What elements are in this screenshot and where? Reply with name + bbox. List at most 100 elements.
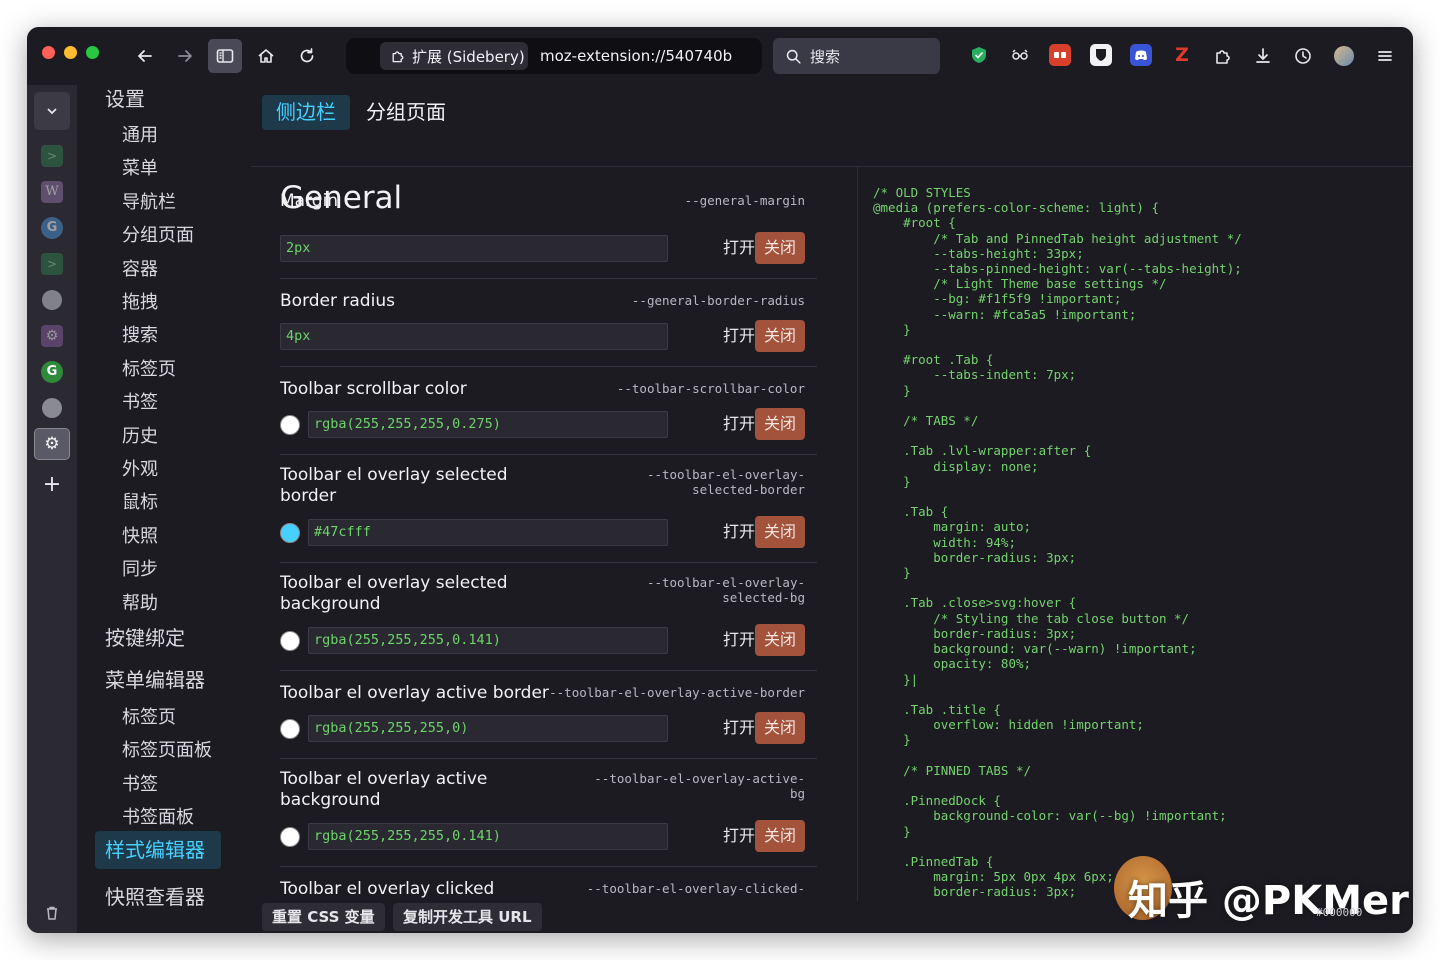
css-variable-value-input[interactable]: rgba(255,255,255,0.275) [308,411,668,438]
css-variable-row: Toolbar el overlay selected border --tool… [280,455,817,563]
downloads-button[interactable] [1246,39,1280,73]
panel-google[interactable]: G [34,212,70,244]
color-swatch[interactable] [280,631,300,651]
trash-button[interactable] [34,897,70,929]
color-swatch[interactable] [280,719,300,739]
css-variable-value-input[interactable]: rgba(255,255,255,0) [308,715,668,742]
nav-settings-item[interactable]: 同步 [122,555,158,581]
nav-settings-item[interactable]: 拖拽 [122,288,158,314]
css-variable-name: --general-margin [684,193,805,208]
reset-css-variables-button[interactable]: 重置 CSS 变量 [262,903,385,931]
open-toggle-button[interactable]: 打开 [723,232,755,264]
nav-settings-item[interactable]: 外观 [122,455,158,481]
bitwarden-extension-icon[interactable] [1090,44,1112,66]
nav-style-editor[interactable]: 样式编辑器 [95,831,221,869]
open-toggle-button[interactable]: 打开 [723,712,755,744]
add-panel-button[interactable]: + [34,468,70,500]
nav-style-editor-label: 样式编辑器 [105,838,205,862]
discord-extension-icon[interactable] [1130,44,1152,66]
code-text[interactable]: /* OLD STYLES @media (prefers-color-sche… [873,185,1242,901]
open-toggle-button[interactable]: 打开 [723,320,755,352]
color-swatch[interactable] [280,415,300,435]
panel-google-2[interactable]: G [34,356,70,388]
glasses-extension-icon[interactable] [1009,44,1031,66]
search-field[interactable]: 搜索 [773,38,940,74]
panel-settings-active[interactable]: ⚙ [34,428,70,460]
open-toggle-button[interactable]: 打开 [723,408,755,440]
close-toggle-button[interactable]: 关闭 [755,408,805,440]
sidebar-toggle-button[interactable] [208,39,242,73]
nav-menu-editor-item[interactable]: 书签面板 [122,803,194,829]
nav-settings-item[interactable]: 帮助 [122,589,158,615]
nav-keybindings[interactable]: 按键绑定 [105,622,185,651]
extension-identity-chip[interactable]: 扩展 (Sidebery) [380,42,528,70]
panel-terminal-2[interactable]: > [34,248,70,280]
minimize-window-icon[interactable] [64,46,77,59]
close-toggle-button[interactable]: 关闭 [755,624,805,656]
reload-button[interactable] [290,39,324,73]
css-variable-value-input[interactable]: 4px [280,323,668,350]
close-toggle-button[interactable]: 关闭 [755,516,805,548]
css-variable-title: Toolbar el overlay selected background [280,573,508,614]
close-toggle-button[interactable]: 关闭 [755,820,805,852]
zoom-window-icon[interactable] [86,46,99,59]
nav-settings-item[interactable]: 容器 [122,255,158,281]
nav-menu-editor-item[interactable]: 标签页面板 [122,736,212,762]
nav-snapshot-viewer[interactable]: 快照查看器 [105,881,205,910]
url-bar[interactable]: 扩展 (Sidebery) moz-extension://540740b [346,38,762,74]
style-code-editor[interactable]: /* OLD STYLES @media (prefers-color-sche… [857,167,1413,901]
open-toggle-button[interactable]: 打开 [723,624,755,656]
account-button[interactable] [1327,39,1361,73]
copy-devtools-url-button[interactable]: 复制开发工具 URL [393,903,542,931]
nav-settings-item[interactable]: 鼠标 [122,488,158,514]
color-swatch[interactable] [280,827,300,847]
nav-settings-item[interactable]: 历史 [122,422,158,448]
panel-terminal[interactable]: > [34,140,70,172]
open-toggle-button[interactable]: 打开 [723,820,755,852]
nav-settings-heading[interactable]: 设置 [105,83,145,112]
github-icon [42,398,62,418]
css-variable-name: --toolbar-el-overlay-selected-bg [646,575,805,605]
nav-settings-item[interactable]: 书签 [122,388,158,414]
nav-menu-editor-item[interactable]: 书签 [122,770,158,796]
zotero-extension-icon[interactable]: Z [1171,44,1193,66]
panel-settings-faded[interactable]: ⚙ [34,320,70,352]
nav-settings-item[interactable]: 菜单 [122,154,158,180]
color-swatch[interactable] [280,523,300,543]
css-variable-name: --toolbar-el-overlay-active-bg [594,771,805,801]
collapse-panels-button[interactable] [34,92,70,130]
tab-group-page[interactable]: 分组页面 [352,95,460,130]
tab-sidebar[interactable]: 侧边栏 [262,95,350,130]
nav-menu-editor[interactable]: 菜单编辑器 [105,664,205,693]
home-button[interactable] [249,39,283,73]
panel-wikipedia[interactable]: W [34,176,70,208]
nav-settings-item[interactable]: 导航栏 [122,188,176,214]
panel-github-2[interactable] [34,392,70,424]
forward-button[interactable] [168,39,202,73]
bottom-action-bar: 重置 CSS 变量 复制开发工具 URL [251,901,1413,933]
url-text[interactable]: moz-extension://540740b [540,38,740,74]
close-toggle-button[interactable]: 关闭 [755,320,805,352]
css-variable-value-input[interactable]: rgba(255,255,255,0.141) [308,627,668,654]
css-variable-value-input[interactable]: 2px [280,235,668,262]
nav-settings-item[interactable]: 分组页面 [122,221,194,247]
menu-button[interactable] [1368,39,1402,73]
css-variable-value-input[interactable]: #47cfff [308,519,668,546]
nav-settings-item[interactable]: 标签页 [122,355,176,381]
nav-settings-item[interactable]: 快照 [122,522,158,548]
close-toggle-button[interactable]: 关闭 [755,232,805,264]
css-variable-value-input[interactable]: rgba(255,255,255,0.141) [308,823,668,850]
history-button[interactable] [1286,39,1320,73]
extensions-button[interactable] [1206,39,1240,73]
close-toggle-button[interactable]: 关闭 [755,712,805,744]
panel-github[interactable] [34,284,70,316]
nav-settings-item[interactable]: 通用 [122,121,158,147]
containers-extension-icon[interactable] [1049,44,1071,66]
terminal-icon: > [41,145,63,167]
open-toggle-button[interactable]: 打开 [723,516,755,548]
nav-menu-editor-item[interactable]: 标签页 [122,703,176,729]
back-button[interactable] [128,39,162,73]
shield-extension-icon[interactable] [968,44,990,66]
nav-settings-item[interactable]: 搜索 [122,321,158,347]
close-window-icon[interactable] [42,46,55,59]
